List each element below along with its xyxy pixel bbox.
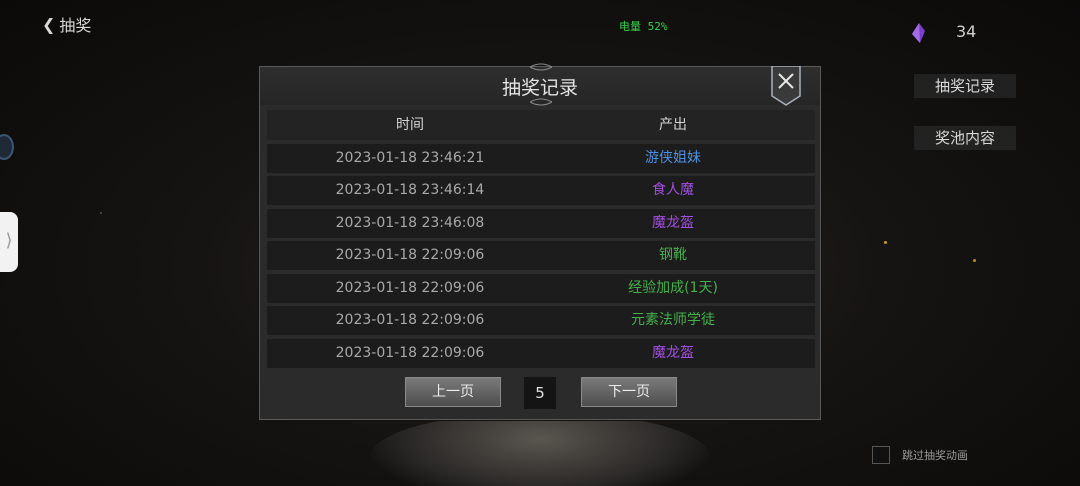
table-row: 2023-01-18 22:09:06 魔龙盔 (267, 338, 815, 368)
prize-pool-button[interactable]: 奖池内容 (914, 126, 1016, 150)
column-header-item: 产出 (659, 117, 687, 133)
table-row: 2023-01-18 23:46:21 游侠姐妹 (267, 143, 815, 173)
table-row: 2023-01-18 22:09:06 经验加成(1天) (267, 273, 815, 303)
background-artifact (370, 412, 710, 486)
table-header: 时间 产出 (267, 110, 815, 140)
avatar-icon[interactable] (0, 134, 14, 160)
ornament-icon (530, 63, 552, 71)
prev-page-button[interactable]: 上一页 (405, 377, 501, 407)
gem-count: 34 (956, 22, 977, 41)
row-time: 2023-01-18 23:46:14 (335, 182, 485, 198)
draw-record-dialog: 抽奖记录 时间 产出 2023-01-18 23:46:21 游侠姐妹 2023-0… (259, 63, 821, 420)
draw-record-button[interactable]: 抽奖记录 (914, 74, 1016, 98)
row-item: 魔龙盔 (652, 214, 694, 231)
skip-animation-toggle[interactable]: 跳过抽奖动画 (872, 446, 968, 464)
next-page-button[interactable]: 下一页 (581, 377, 677, 407)
table-row: 2023-01-18 23:46:08 魔龙盔 (267, 208, 815, 238)
drawer-expand-tab[interactable]: ⟩ (0, 212, 18, 272)
chevron-right-icon: ⟩ (5, 230, 13, 251)
page-number: 5 (524, 377, 556, 409)
row-time: 2023-01-18 22:09:06 (335, 312, 485, 328)
spark-particle (884, 241, 887, 244)
table-row: 2023-01-18 22:09:06 元素法师学徒 (267, 306, 815, 335)
row-item: 元素法师学徒 (631, 312, 715, 328)
skip-checkbox[interactable] (872, 446, 890, 464)
row-item: 钢靴 (659, 247, 687, 263)
row-time: 2023-01-18 22:09:06 (335, 279, 485, 296)
dialog-header: 抽奖记录 (260, 63, 820, 106)
pagination: 上一页 5 下一页 (260, 377, 820, 409)
row-item: 游侠姐妹 (645, 149, 701, 166)
close-button[interactable] (771, 66, 801, 106)
row-time: 2023-01-18 23:46:08 (335, 214, 485, 231)
table-row: 2023-01-18 22:09:06 钢靴 (267, 241, 815, 270)
back-label: 抽奖 (59, 16, 92, 35)
ornament-icon (530, 98, 552, 106)
row-item: 经验加成(1天) (628, 279, 718, 296)
chevron-left-icon: ❮ (42, 14, 56, 34)
dialog-title: 抽奖记录 (501, 77, 578, 99)
battery-status: 电量 52% (619, 20, 668, 33)
column-header-time: 时间 (396, 117, 424, 133)
skip-label: 跳过抽奖动画 (902, 449, 968, 462)
row-time: 2023-01-18 22:09:06 (335, 247, 485, 263)
spark-particle (100, 212, 102, 214)
spark-particle (973, 259, 976, 262)
table-row: 2023-01-18 23:46:14 食人魔 (267, 176, 815, 205)
row-time: 2023-01-18 23:46:21 (335, 149, 485, 166)
row-item: 食人魔 (652, 182, 694, 198)
record-table: 时间 产出 2023-01-18 23:46:21 游侠姐妹 2023-01-18 … (267, 110, 815, 368)
row-time: 2023-01-18 22:09:06 (335, 344, 485, 361)
back-button[interactable]: ❮ 抽奖 (42, 12, 91, 36)
purple-crystal-icon (912, 23, 925, 43)
row-item: 魔龙盔 (652, 344, 694, 361)
